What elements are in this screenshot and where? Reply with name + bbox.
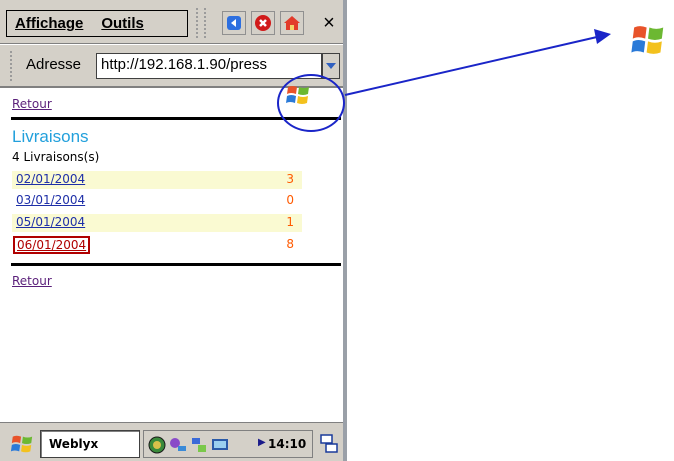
address-input[interactable]: http://192.168.1.90/press: [96, 53, 322, 79]
close-button[interactable]: ×: [318, 10, 340, 36]
delivery-row: 03/01/2004 0: [12, 192, 302, 210]
clock[interactable]: 14:10: [268, 437, 306, 451]
delivery-row: 05/01/2004 1: [12, 214, 302, 232]
delivery-qty: 3: [286, 172, 294, 186]
chevron-down-icon: [326, 63, 336, 69]
address-grip[interactable]: [10, 51, 18, 81]
windows-switch-icon: [320, 434, 338, 453]
system-tray: ▶ 14:10: [143, 430, 313, 458]
delivery-qty: 1: [286, 215, 294, 229]
menu-affichage[interactable]: Affichage: [15, 15, 83, 32]
toolbar-grip[interactable]: [196, 8, 204, 38]
delivery-date-link[interactable]: 06/01/2004: [13, 236, 91, 254]
delivery-date-link[interactable]: 05/01/2004: [16, 215, 85, 229]
windows-start-icon: [10, 435, 33, 453]
menu-outils[interactable]: Outils: [101, 15, 144, 32]
delivery-qty: 8: [286, 237, 294, 251]
delivery-date-link[interactable]: 03/01/2004: [16, 193, 85, 207]
address-dropdown-button[interactable]: [322, 53, 340, 79]
stop-icon: [255, 15, 271, 31]
address-label: Adresse: [26, 56, 82, 73]
task-button-weblyx[interactable]: Weblyx: [40, 430, 140, 458]
back-button[interactable]: [222, 11, 246, 35]
sync-icon[interactable]: [169, 436, 187, 454]
connection-icon[interactable]: [190, 436, 208, 454]
back-arrow-icon: [227, 16, 241, 30]
toolbar-grip-2: [204, 8, 212, 38]
page-title: Livraisons: [12, 127, 89, 146]
show-desktop-button[interactable]: [317, 430, 341, 458]
network-globe-icon[interactable]: [148, 436, 166, 454]
home-icon: [284, 16, 300, 30]
stop-button[interactable]: [251, 11, 275, 35]
delivery-qty: 0: [286, 193, 294, 207]
delivery-row: 02/01/2004 3: [12, 171, 302, 189]
pda-screen: Affichage Outils × Adresse http://192.168…: [0, 0, 347, 461]
tray-expand-icon[interactable]: ▶: [258, 437, 266, 448]
menu-bar: Affichage Outils ×: [0, 0, 343, 44]
highlight-circle: [277, 74, 345, 132]
start-button[interactable]: [6, 430, 38, 458]
windows-flag-large-icon: [631, 26, 664, 54]
device-icon[interactable]: [211, 436, 229, 454]
home-button[interactable]: [280, 11, 304, 35]
delivery-date-link[interactable]: 02/01/2004: [16, 172, 85, 186]
retour-link-top[interactable]: Retour: [12, 97, 52, 111]
retour-link-bottom[interactable]: Retour: [12, 274, 52, 288]
taskbar: Weblyx ▶ 14:10: [0, 420, 343, 461]
divider-bottom: [11, 263, 341, 266]
menu-group: Affichage Outils: [6, 10, 188, 37]
delivery-row-selected: 06/01/2004 8: [12, 236, 302, 254]
deliveries-count: 4 Livraisons(s): [12, 150, 100, 164]
